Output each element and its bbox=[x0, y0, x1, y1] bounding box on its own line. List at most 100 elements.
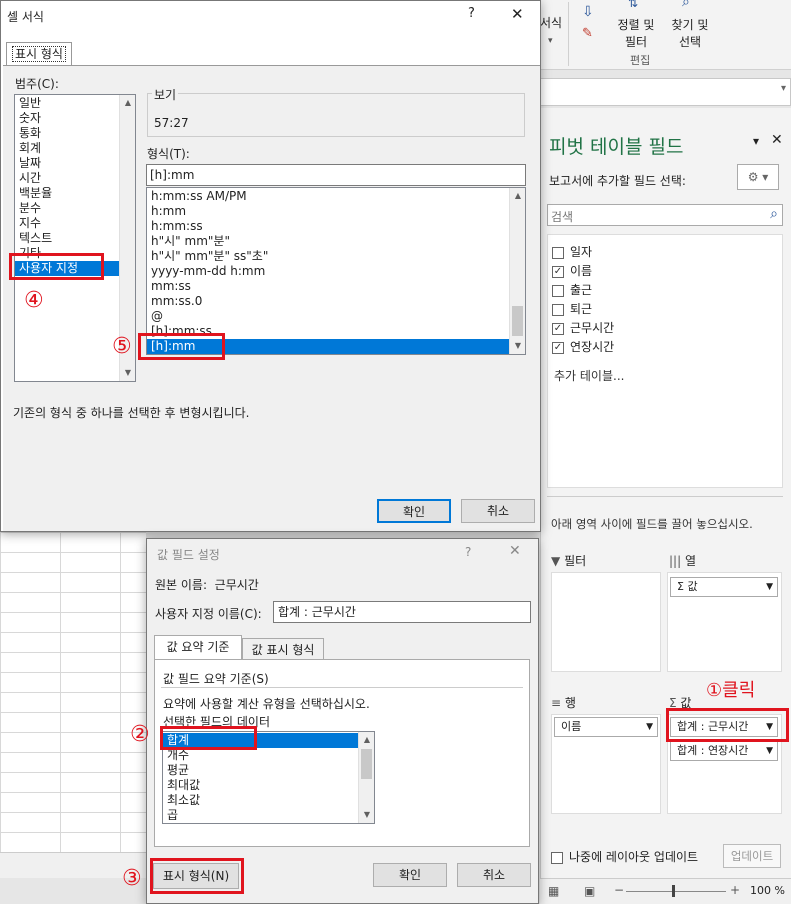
chevron-down-icon[interactable]: ▾ bbox=[753, 134, 759, 148]
find-select-button[interactable]: 찾기 및 선택 bbox=[664, 16, 716, 50]
chevron-down-icon[interactable]: ▼ bbox=[359, 807, 374, 823]
close-icon[interactable]: ✕ bbox=[771, 132, 783, 148]
zoom-in-icon[interactable]: + bbox=[730, 883, 740, 897]
cancel-button[interactable]: 취소 bbox=[457, 863, 531, 887]
annotation-step-1: ①클릭 bbox=[706, 680, 756, 701]
category-item[interactable]: 날짜 bbox=[15, 156, 135, 171]
more-tables-link[interactable]: 추가 테이블... bbox=[554, 367, 624, 384]
category-item[interactable]: 일반 bbox=[15, 96, 135, 111]
close-icon[interactable]: ✕ bbox=[509, 543, 521, 559]
format-type-item[interactable]: @ bbox=[147, 309, 525, 324]
ok-button[interactable]: 확인 bbox=[373, 863, 447, 887]
scroll-thumb[interactable] bbox=[512, 306, 523, 336]
help-button[interactable]: ? bbox=[465, 545, 471, 559]
ribbon: 서식 ▾ ⇩ ✎ 정렬 및 필터 ⇅ 찾기 및 선택 ⌕ 편집 bbox=[540, 0, 791, 70]
chevron-down-icon[interactable]: ▼ bbox=[510, 338, 525, 354]
page-layout-icon[interactable]: ▣ bbox=[584, 884, 595, 898]
category-item[interactable]: 텍스트 bbox=[15, 231, 135, 246]
chevron-up-icon[interactable]: ▲ bbox=[510, 188, 525, 204]
category-item[interactable]: 지수 bbox=[15, 216, 135, 231]
defer-layout-checkbox[interactable]: 나중에 레이아웃 업데이트 bbox=[551, 848, 698, 865]
scroll-thumb[interactable] bbox=[361, 749, 372, 779]
filter-area[interactable] bbox=[551, 572, 661, 672]
pivot-field-label: 연장시간 bbox=[570, 340, 615, 354]
checkbox-icon[interactable]: ✓ bbox=[552, 341, 564, 354]
function-item[interactable]: 최대값 bbox=[163, 778, 374, 793]
format-type-item[interactable]: h:mm:ss AM/PM bbox=[147, 189, 525, 204]
category-item[interactable]: 숫자 bbox=[15, 111, 135, 126]
annotation-box-values-item bbox=[666, 708, 789, 742]
zoom-level[interactable]: 100 % bbox=[750, 884, 785, 897]
function-item[interactable]: 곱 bbox=[163, 808, 374, 823]
pivot-field-item[interactable]: 일자 bbox=[552, 243, 782, 262]
zoom-slider-thumb[interactable] bbox=[672, 885, 675, 897]
rows-area[interactable]: 이름 ▼ bbox=[551, 714, 661, 814]
category-item[interactable]: 시간 bbox=[15, 171, 135, 186]
chevron-up-icon[interactable]: ▲ bbox=[359, 732, 374, 748]
pivot-field-item[interactable]: ✓ 이름 bbox=[552, 262, 782, 281]
format-type-item[interactable]: mm:ss.0 bbox=[147, 294, 525, 309]
sort-filter-button[interactable]: 정렬 및 필터 bbox=[610, 16, 662, 50]
chevron-down-icon[interactable]: ▼ bbox=[120, 365, 135, 381]
rows-name-field[interactable]: 이름 ▼ bbox=[554, 717, 658, 737]
category-item[interactable]: 통화 bbox=[15, 126, 135, 141]
tab-show-values[interactable]: 값 표시 형식 bbox=[242, 638, 324, 659]
checkbox-icon[interactable]: ✓ bbox=[552, 265, 564, 278]
zoom-slider[interactable] bbox=[626, 891, 726, 892]
type-list[interactable]: h:mm:ss AM/PM h:mm h:mm:ss h"시" mm"분" h"시" m… bbox=[146, 187, 526, 355]
update-button[interactable]: 업데이트 bbox=[723, 844, 781, 868]
dialog-title: 셀 서식 bbox=[7, 10, 44, 24]
normal-view-icon[interactable]: ▦ bbox=[548, 884, 559, 898]
checkbox-icon[interactable] bbox=[552, 284, 564, 297]
clear-eraser-icon[interactable]: ✎ bbox=[582, 26, 593, 41]
ok-button[interactable]: 확인 bbox=[377, 499, 451, 523]
custom-name-input[interactable]: 합계 : 근무시간 bbox=[273, 601, 531, 623]
format-type-item[interactable]: h"시" mm"분" ss"초" bbox=[147, 249, 525, 264]
cancel-button[interactable]: 취소 bbox=[461, 499, 535, 523]
worksheet-grid[interactable] bbox=[0, 532, 146, 852]
chevron-up-icon[interactable]: ▲ bbox=[120, 95, 135, 111]
pivot-field-item[interactable]: ✓ 근무시간 bbox=[552, 319, 782, 338]
pivot-title: 피벗 테이블 필드 bbox=[549, 136, 684, 158]
checkbox-icon[interactable]: ✓ bbox=[552, 322, 564, 335]
columns-sigma-values[interactable]: Σ 값 ▼ bbox=[670, 577, 778, 597]
columns-area[interactable]: Σ 값 ▼ bbox=[667, 572, 782, 672]
category-item[interactable]: 회계 bbox=[15, 141, 135, 156]
close-icon[interactable]: ✕ bbox=[511, 5, 524, 23]
pivot-settings-button[interactable]: ⚙ ▾ bbox=[737, 164, 779, 190]
pivot-field-item[interactable]: 퇴근 bbox=[552, 300, 782, 319]
function-item[interactable]: 개수 bbox=[163, 748, 374, 763]
type-scrollbar[interactable]: ▲ ▼ bbox=[509, 188, 525, 354]
annotation-box-number-format bbox=[150, 858, 244, 894]
ribbon-format-label[interactable]: 서식 bbox=[540, 14, 562, 31]
format-type-item[interactable]: mm:ss bbox=[147, 279, 525, 294]
fill-down-icon[interactable]: ⇩ bbox=[582, 4, 594, 20]
format-type-item[interactable]: h"시" mm"분" bbox=[147, 234, 525, 249]
search-icon[interactable]: ⌕ bbox=[770, 206, 778, 222]
function-item[interactable]: 평균 bbox=[163, 763, 374, 778]
tab-summarize[interactable]: 값 요약 기준 bbox=[154, 635, 242, 659]
pivot-search-input[interactable]: 검색 ⌕ bbox=[547, 204, 783, 226]
calc-hint: 요약에 사용할 계산 유형을 선택하십시오. bbox=[163, 697, 370, 711]
sample-box: 보기 57:27 bbox=[147, 86, 525, 137]
pivot-field-item[interactable]: 출근 bbox=[552, 281, 782, 300]
help-button[interactable]: ? bbox=[468, 6, 475, 21]
zoom-out-icon[interactable]: − bbox=[614, 883, 624, 897]
function-item[interactable]: 최소값 bbox=[163, 793, 374, 808]
format-type-item[interactable]: h:mm bbox=[147, 204, 525, 219]
formula-bar[interactable]: ▾ bbox=[540, 78, 791, 106]
checkbox-icon[interactable] bbox=[552, 303, 564, 316]
values-item-overtime[interactable]: 합계 : 연장시간 ▼ bbox=[670, 741, 778, 761]
panel-divider bbox=[161, 687, 523, 688]
function-scrollbar[interactable]: ▲ ▼ bbox=[358, 732, 374, 823]
chevron-down-icon[interactable]: ▾ bbox=[781, 83, 786, 94]
format-type-item[interactable]: h:mm:ss bbox=[147, 219, 525, 234]
type-input[interactable]: [h]:mm bbox=[146, 164, 526, 186]
category-item[interactable]: 백분율 bbox=[15, 186, 135, 201]
tab-number[interactable]: 표시 형식 bbox=[6, 42, 72, 66]
format-type-item[interactable]: yyyy-mm-dd h:mm bbox=[147, 264, 525, 279]
checkbox-icon[interactable] bbox=[552, 246, 564, 259]
gear-icon: ⚙ ▾ bbox=[747, 170, 769, 184]
pivot-field-item[interactable]: ✓ 연장시간 bbox=[552, 338, 782, 357]
category-item[interactable]: 분수 bbox=[15, 201, 135, 216]
